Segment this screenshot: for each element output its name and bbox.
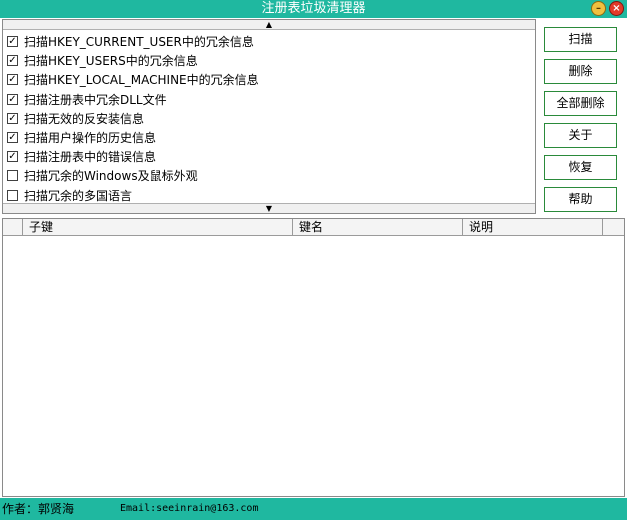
about-button[interactable]: 关于 (544, 123, 617, 148)
scan-option-label: 扫描冗余的Windows及鼠标外观 (24, 169, 198, 184)
scan-option-history[interactable]: ✓ 扫描用户操作的历史信息 (7, 128, 527, 147)
scan-option-hklm[interactable]: ✓ 扫描HKEY_LOCAL_MACHINE中的冗余信息 (7, 70, 527, 89)
scan-option-label: 扫描HKEY_LOCAL_MACHINE中的冗余信息 (24, 73, 259, 88)
table-header: 子键 键名 说明 (3, 219, 624, 236)
checkbox[interactable] (7, 170, 18, 182)
title-bar: 注册表垃圾清理器 – × (0, 0, 627, 18)
scan-option-label: 扫描HKEY_USERS中的冗余信息 (24, 54, 198, 69)
results-table[interactable]: 子键 键名 说明 (2, 218, 625, 497)
scan-option-label: 扫描冗余的多国语言 (24, 188, 133, 203)
checkbox[interactable]: ✓ (7, 93, 18, 105)
scroll-up-button[interactable]: ▲ (3, 20, 535, 30)
column-header-select[interactable] (3, 219, 23, 235)
scan-options-panel: ▲ ✓ 扫描HKEY_CURRENT_USER中的冗余信息 ✓ 扫描HKEY_U… (2, 19, 536, 214)
window-title: 注册表垃圾清理器 (261, 1, 366, 16)
scroll-down-button[interactable]: ▼ (3, 203, 535, 213)
close-button[interactable]: × (609, 1, 624, 16)
scan-option-hku[interactable]: ✓ 扫描HKEY_USERS中的冗余信息 (7, 51, 527, 70)
scan-option-errors[interactable]: ✓ 扫描注册表中的错误信息 (7, 147, 527, 166)
scan-option-label: 扫描注册表中冗余DLL文件 (24, 92, 167, 107)
checkbox[interactable]: ✓ (7, 74, 18, 86)
delete-button[interactable]: 删除 (544, 59, 617, 84)
scan-option-uninstall[interactable]: ✓ 扫描无效的反安装信息 (7, 109, 527, 128)
restore-button[interactable]: 恢复 (544, 155, 617, 180)
email-text: Email:seeinrain@163.com (120, 503, 259, 514)
checkbox[interactable]: ✓ (7, 151, 18, 163)
scan-button[interactable]: 扫描 (544, 27, 617, 52)
column-header-description[interactable]: 说明 (463, 219, 603, 235)
checkbox[interactable]: ✓ (7, 112, 18, 124)
main-area: ▲ ✓ 扫描HKEY_CURRENT_USER中的冗余信息 ✓ 扫描HKEY_U… (0, 18, 627, 218)
scan-option-label: 扫描HKEY_CURRENT_USER中的冗余信息 (24, 35, 254, 50)
scan-option-label: 扫描用户操作的历史信息 (24, 131, 157, 146)
checkbox[interactable]: ✓ (7, 36, 18, 48)
scan-option-appearance[interactable]: 扫描冗余的Windows及鼠标外观 (7, 166, 527, 185)
author-text: 作者：郭贤海 (2, 502, 75, 516)
column-header-keyname[interactable]: 键名 (293, 219, 463, 235)
scan-option-label: 扫描注册表中的错误信息 (24, 150, 157, 165)
minimize-button[interactable]: – (591, 1, 606, 16)
column-header-subkey[interactable]: 子键 (23, 219, 293, 235)
status-bar: 作者：郭贤海 Email:seeinrain@163.com (0, 498, 627, 520)
checkbox[interactable] (7, 189, 18, 201)
scan-options-list: ✓ 扫描HKEY_CURRENT_USER中的冗余信息 ✓ 扫描HKEY_USE… (7, 32, 527, 205)
help-button[interactable]: 帮助 (544, 187, 617, 212)
checkbox[interactable]: ✓ (7, 55, 18, 67)
delete-all-button[interactable]: 全部删除 (544, 91, 617, 116)
checkbox[interactable]: ✓ (7, 132, 18, 144)
scan-option-dll[interactable]: ✓ 扫描注册表中冗余DLL文件 (7, 90, 527, 109)
scan-option-languages[interactable]: 扫描冗余的多国语言 (7, 186, 527, 205)
scan-option-hkcu[interactable]: ✓ 扫描HKEY_CURRENT_USER中的冗余信息 (7, 32, 527, 51)
scan-option-label: 扫描无效的反安装信息 (24, 111, 145, 126)
